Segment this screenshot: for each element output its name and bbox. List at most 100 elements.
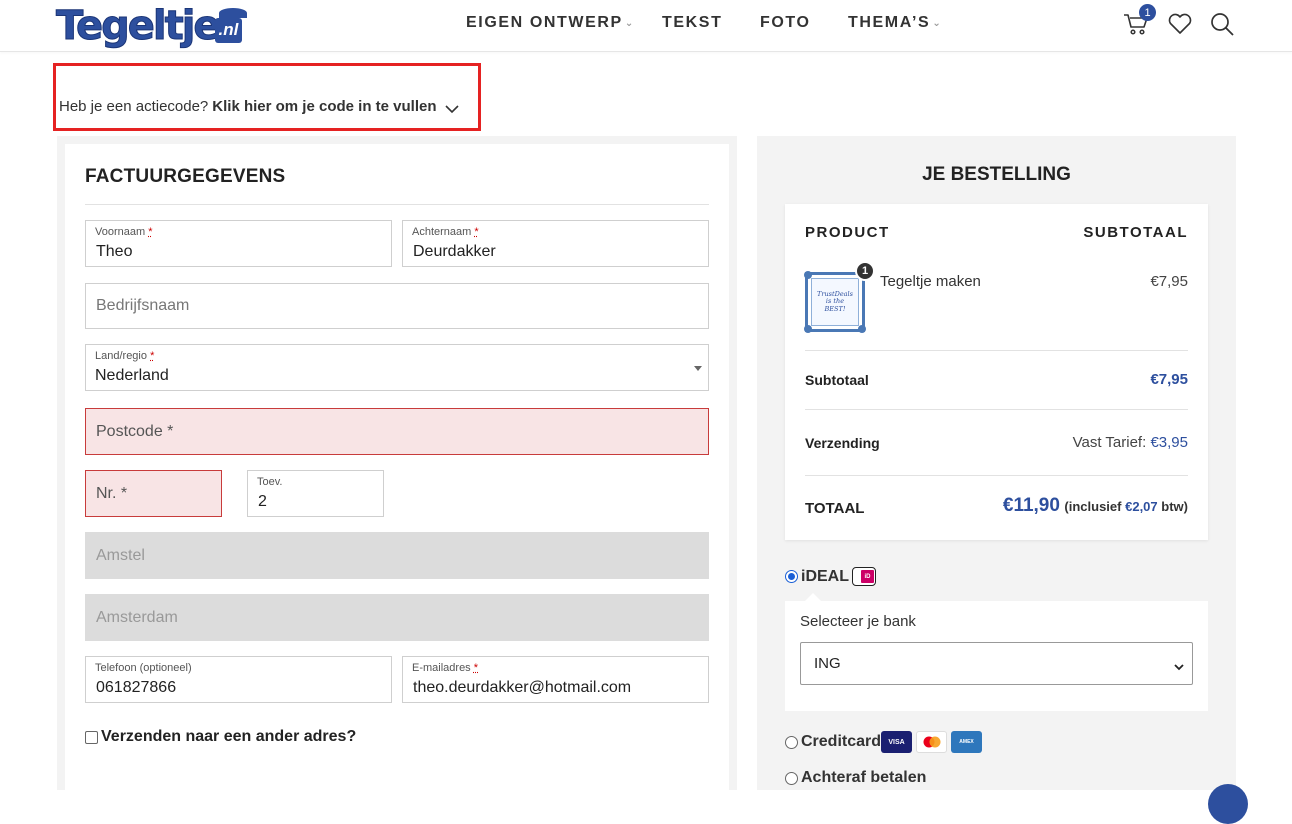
visa-icon: VISA <box>881 731 912 753</box>
ship-different-label: Verzenden naar een ander adres? <box>101 728 356 746</box>
city-placeholder: Amsterdam <box>96 609 178 627</box>
last-name-field[interactable]: Achternaam * Deurdakker <box>402 220 709 267</box>
quantity-badge: 1 <box>855 261 875 281</box>
logo-suffix-text: .nl <box>219 20 239 39</box>
total-value-group: €11,90 (inclusief €2,07 btw) <box>1003 495 1188 517</box>
creditcard-radio[interactable] <box>785 736 798 749</box>
postcode-placeholder: Postcode * <box>96 423 173 441</box>
country-value: Nederland <box>95 367 169 385</box>
col-product-header: PRODUCT <box>805 224 890 241</box>
heart-icon[interactable] <box>1166 10 1194 38</box>
total-label: TOTAAL <box>805 500 864 517</box>
cart-icon[interactable]: 1 <box>1122 10 1150 38</box>
order-title: JE BESTELLING <box>757 164 1236 186</box>
addition-value: 2 <box>258 493 267 511</box>
chevron-down-icon <box>445 101 459 118</box>
street-placeholder: Amstel <box>96 547 145 565</box>
addition-field[interactable]: Toev. 2 <box>247 470 384 517</box>
subtotal-value: €7,95 <box>1150 371 1188 388</box>
bank-selection-box: Selecteer je bank ING <box>785 601 1208 711</box>
billing-form: FACTUURGEGEVENS Voornaam * Theo Achterna… <box>65 144 729 790</box>
addition-label: Toev. <box>257 476 282 488</box>
payment-option-afterpay[interactable]: Achteraf betalen <box>785 769 926 787</box>
creditcard-label: Creditcard <box>801 733 881 751</box>
afterpay-label: Achteraf betalen <box>801 769 926 787</box>
tax-suffix: btw) <box>1161 499 1188 514</box>
product-thumbnail: TrustDeals is the BEST! <box>805 272 865 332</box>
billing-title: FACTUURGEGEVENS <box>85 166 285 188</box>
nav-item-themas[interactable]: THEMA’S ⌄ <box>848 14 942 32</box>
phone-value: 061827866 <box>96 679 176 697</box>
house-number-field[interactable]: Nr. * <box>85 470 222 517</box>
subtotal-label: Subtotaal <box>805 372 869 388</box>
last-name-label: Achternaam * <box>412 226 479 238</box>
company-placeholder: Bedrijfsnaam <box>96 297 189 315</box>
tile-text: TrustDeals is the BEST! <box>811 278 859 326</box>
nav-label: EIGEN ONTWERP <box>466 14 623 31</box>
chevron-down-icon: ⌄ <box>932 18 942 29</box>
chevron-down-icon: ⌄ <box>625 18 635 29</box>
shipping-prefix: Vast Tarief: <box>1073 434 1147 451</box>
site-logo[interactable]: Tegeltje .nl <box>56 2 242 50</box>
bank-label: Selecteer je bank <box>800 613 916 630</box>
chat-widget-button[interactable] <box>1208 784 1248 824</box>
divider <box>805 475 1188 476</box>
site-header: Tegeltje .nl EIGEN ONTWERP ⌄ TEKST FOTO T… <box>0 0 1292 52</box>
postcode-field[interactable]: Postcode * <box>85 408 709 455</box>
tile-line: BEST! <box>825 305 846 313</box>
ideal-logo-icon <box>852 567 876 586</box>
email-field[interactable]: E-mailadres * theo.deurdakker@hotmail.co… <box>402 656 709 703</box>
payment-option-creditcard[interactable]: Creditcard VISA AMEX <box>785 731 982 753</box>
bank-select[interactable]: ING <box>800 642 1193 685</box>
afterpay-radio[interactable] <box>785 772 798 785</box>
ideal-radio[interactable] <box>785 570 798 583</box>
nav-item-tekst[interactable]: TEKST <box>662 14 722 32</box>
col-subtotal-header: SUBTOTAAL <box>1083 224 1188 241</box>
ship-different-checkbox[interactable] <box>85 731 98 744</box>
amex-icon: AMEX <box>951 731 982 753</box>
nav-item-eigen-ontwerp[interactable]: EIGEN ONTWERP ⌄ <box>466 14 635 32</box>
company-field[interactable]: Bedrijfsnaam <box>85 283 709 329</box>
tax-prefix: (inclusief <box>1064 499 1121 514</box>
coupon-toggle[interactable]: Heb je een actiecode? Klik hier om je co… <box>53 63 481 131</box>
logo-suffix: .nl <box>215 18 243 43</box>
shipping-amount: €3,95 <box>1150 434 1188 451</box>
product-price: €7,95 <box>1150 273 1188 290</box>
nav-label: TEKST <box>662 14 722 31</box>
search-icon[interactable] <box>1208 10 1236 38</box>
first-name-value: Theo <box>96 243 132 261</box>
tax-amount: €2,07 <box>1125 499 1158 514</box>
required-marker: * <box>474 226 478 238</box>
email-value: theo.deurdakker@hotmail.com <box>413 679 631 697</box>
dropdown-arrow-icon <box>694 366 702 371</box>
nav-label: FOTO <box>760 14 811 31</box>
last-name-value: Deurdakker <box>413 243 496 261</box>
coupon-link[interactable]: Klik hier om je code in te vullen <box>212 98 436 115</box>
nav-item-foto[interactable]: FOTO <box>760 14 811 32</box>
country-select[interactable]: Land/regio * Nederland <box>85 344 709 391</box>
phone-field[interactable]: Telefoon (optioneel) 061827866 <box>85 656 392 703</box>
street-field: Amstel <box>85 532 709 579</box>
required-marker: * <box>150 350 154 362</box>
cart-count-badge: 1 <box>1139 4 1156 21</box>
first-name-label: Voornaam * <box>95 226 153 238</box>
first-name-field[interactable]: Voornaam * Theo <box>85 220 392 267</box>
payment-option-ideal[interactable]: iDEAL <box>785 567 876 586</box>
shipping-label: Verzending <box>805 435 880 451</box>
label-text: Land/regio <box>95 350 147 362</box>
phone-label: Telefoon (optioneel) <box>95 662 192 674</box>
house-number-placeholder: Nr. * <box>96 485 127 503</box>
country-label: Land/regio * <box>95 350 154 362</box>
required-marker: * <box>148 226 152 238</box>
label-text: E-mailadres <box>412 662 471 674</box>
bank-value: ING <box>814 655 841 672</box>
email-label: E-mailadres * <box>412 662 478 674</box>
label-text: Voornaam <box>95 226 145 238</box>
ship-different-toggle[interactable]: Verzenden naar een ander adres? <box>85 728 356 746</box>
coupon-question: Heb je een actiecode? <box>59 98 208 115</box>
city-field: Amsterdam <box>85 594 709 641</box>
nav-label: THEMA’S <box>848 14 930 31</box>
logo-text: Tegeltje <box>56 6 219 46</box>
shipping-value: Vast Tarief: €3,95 <box>1073 434 1188 451</box>
product-name: Tegeltje maken <box>880 273 981 290</box>
